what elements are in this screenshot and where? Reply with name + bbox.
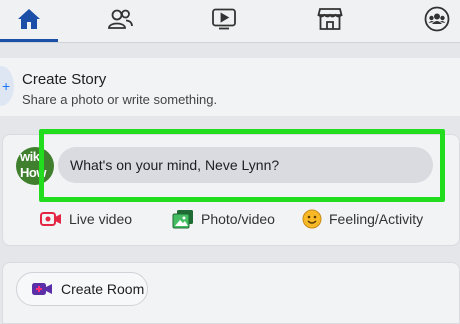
- home-icon: [17, 8, 41, 35]
- photo-video-button[interactable]: Photo/video: [172, 204, 275, 234]
- feeling-activity-label: Feeling/Activity: [329, 211, 424, 227]
- create-room-button[interactable]: Create Room: [16, 272, 148, 306]
- tab-watch[interactable]: [196, 0, 252, 42]
- nav-divider: [0, 42, 460, 43]
- top-navigation: [0, 0, 460, 42]
- tab-marketplace[interactable]: [302, 0, 358, 42]
- groups-icon: [424, 6, 450, 37]
- photo-video-label: Photo/video: [201, 211, 275, 227]
- create-story-title[interactable]: Create Story: [22, 71, 106, 88]
- create-story-subtitle: Share a photo or write something.: [22, 92, 218, 107]
- video-room-icon: [31, 282, 53, 296]
- composer-actions: Live video Photo/video Feeling/Activity: [0, 204, 460, 234]
- photo-video-icon: [172, 209, 194, 229]
- create-room-label: Create Room: [61, 281, 145, 297]
- friends-icon: [107, 8, 133, 35]
- live-video-icon: [40, 211, 62, 227]
- live-video-button[interactable]: Live video: [40, 204, 132, 234]
- feeling-activity-button[interactable]: Feeling/Activity: [302, 204, 423, 234]
- feeling-activity-icon: [302, 209, 322, 229]
- tab-home[interactable]: [0, 0, 58, 42]
- tab-groups[interactable]: [414, 0, 460, 42]
- tab-friends[interactable]: [92, 0, 148, 42]
- highlight-annotation: [39, 129, 445, 202]
- plus-icon: +: [2, 78, 11, 94]
- watch-icon: [211, 8, 237, 35]
- marketplace-icon: [317, 7, 343, 36]
- live-video-label: Live video: [69, 211, 133, 227]
